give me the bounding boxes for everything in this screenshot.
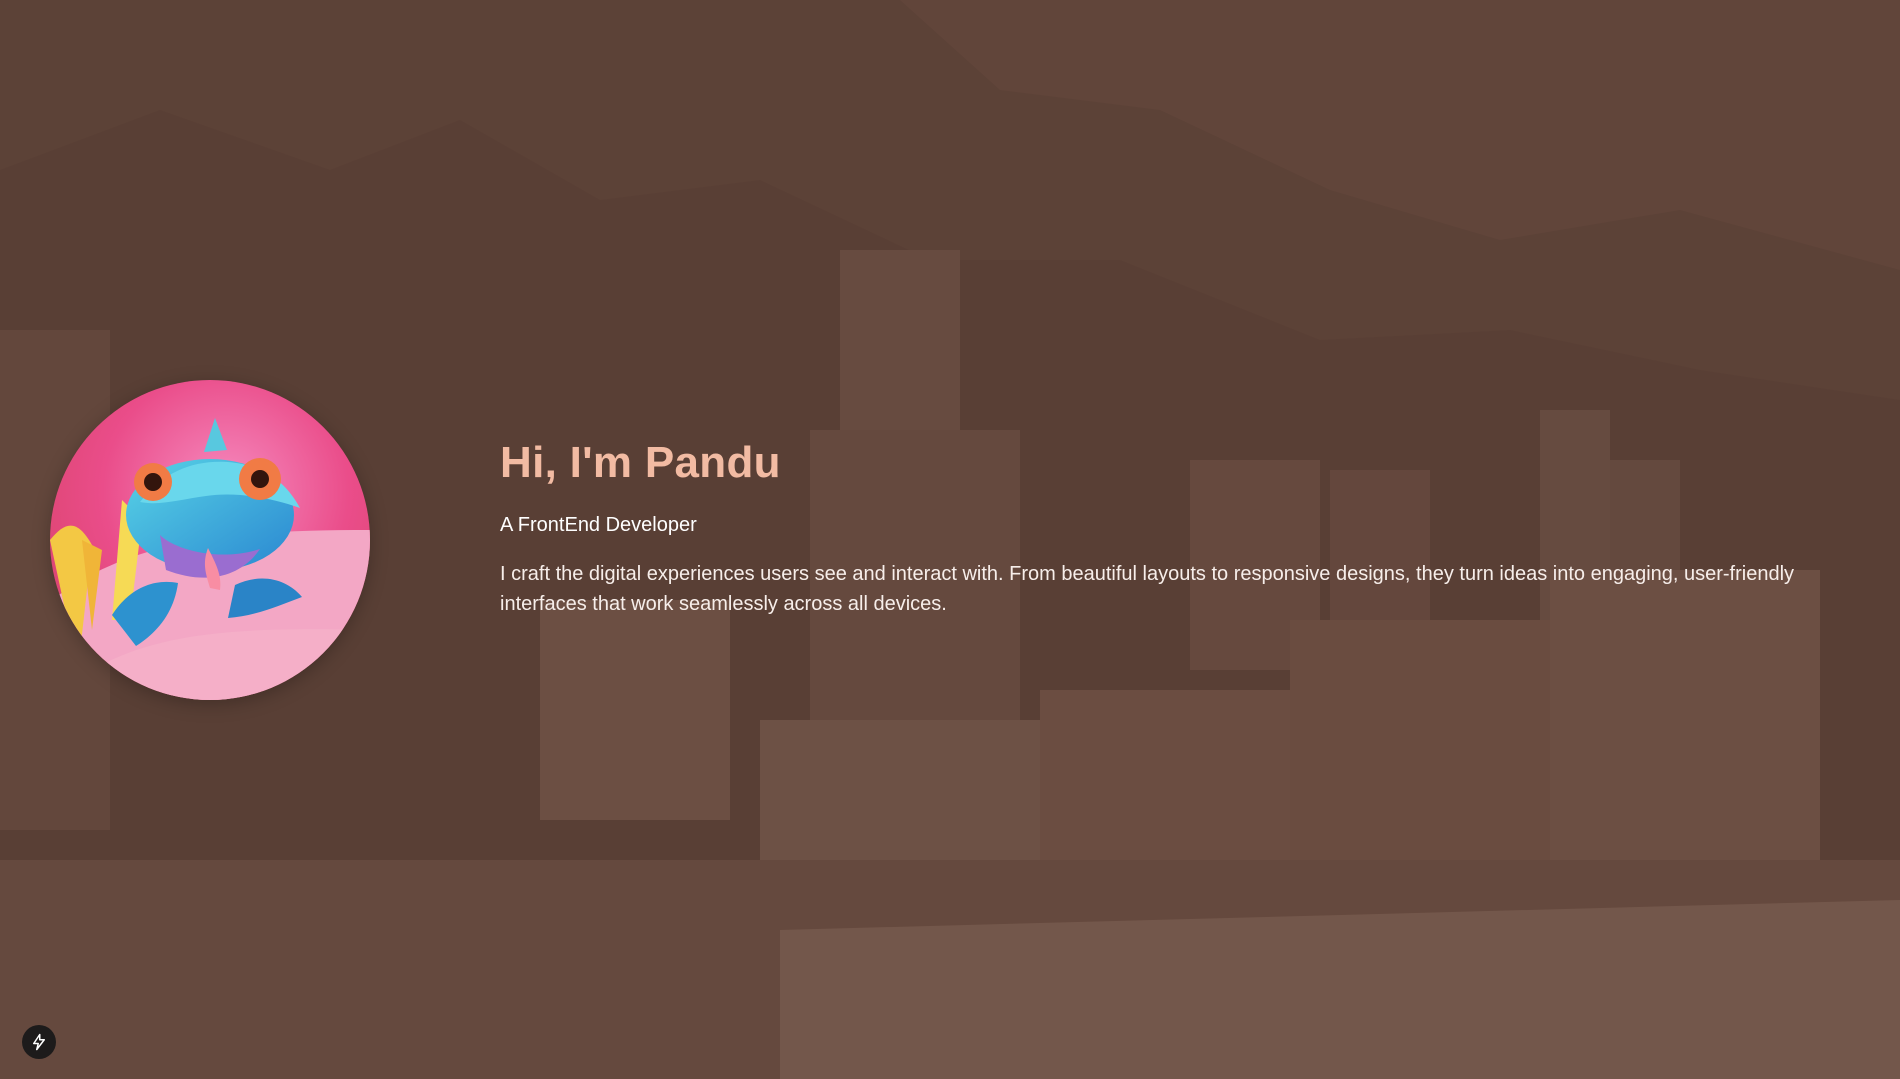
quick-action-button[interactable] (22, 1025, 56, 1059)
lightning-bolt-icon (33, 1033, 45, 1051)
hero-section: Hi, I'm Pandu A FrontEnd Developer I cra… (50, 380, 1850, 700)
hero-title: Hi, I'm Pandu (500, 437, 781, 487)
portfolio-page: Hi, I'm Pandu A FrontEnd Developer I cra… (0, 0, 1900, 1079)
intro-content: Hi, I'm Pandu A FrontEnd Developer I cra… (500, 438, 1820, 619)
profile-avatar (50, 380, 370, 700)
hero-description: I craft the digital experiences users se… (500, 562, 1795, 615)
chameleon-avatar-icon (50, 380, 370, 700)
hero-subtitle: A FrontEnd Developer (500, 513, 697, 536)
